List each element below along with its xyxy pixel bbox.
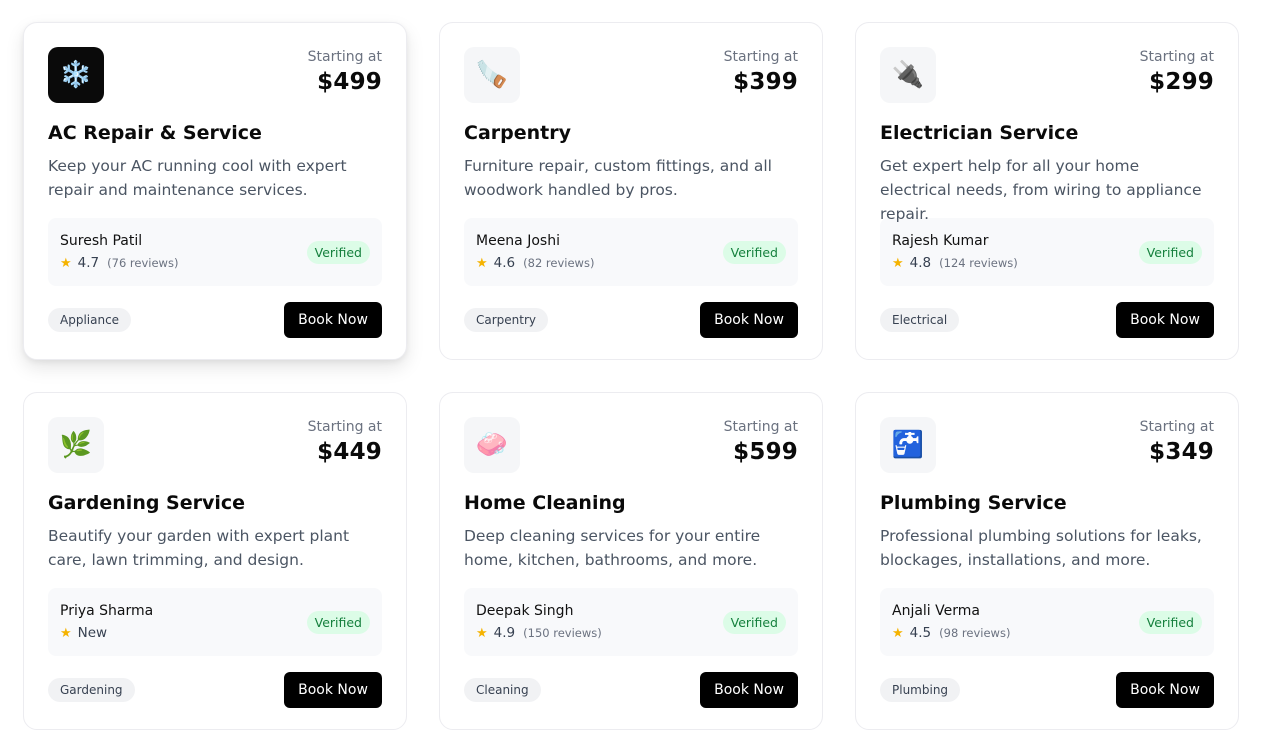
service-title: Plumbing Service: [880, 492, 1067, 514]
category-tag: Plumbing: [880, 678, 961, 702]
category-tag: Electrical: [880, 308, 960, 332]
verified-badge: Verified: [1138, 240, 1202, 264]
verified-badge: Verified: [722, 240, 786, 264]
review-count: (124 reviews): [939, 256, 1018, 270]
service-card[interactable]: 🌿 Starting at $449 Gardening Service Bea…: [23, 392, 407, 730]
provider-panel: Deepak Singh ★ 4.9 (150 reviews) Verifie…: [464, 588, 798, 656]
service-description: Beautify your garden with expert plant c…: [48, 527, 350, 569]
price: $299: [1149, 69, 1214, 95]
provider-name: Deepak Singh: [476, 603, 574, 619]
service-title: Carpentry: [464, 122, 571, 144]
star-icon: ★: [892, 256, 904, 271]
price: $399: [733, 69, 798, 95]
category-tag: Appliance: [48, 308, 132, 332]
book-now-button[interactable]: Book Now: [284, 672, 382, 708]
snowflake-icon: ❄️: [48, 47, 104, 103]
service-description: Deep cleaning services for your entire h…: [464, 527, 761, 569]
book-now-button[interactable]: Book Now: [700, 302, 798, 338]
service-card[interactable]: ❄️ Starting at $499 AC Repair & Service …: [23, 22, 407, 360]
book-now-button[interactable]: Book Now: [1116, 672, 1214, 708]
price-label: Starting at: [1139, 419, 1214, 435]
soap-icon: 🧼: [464, 417, 520, 473]
service-card[interactable]: 🪚 Starting at $399 Carpentry Furniture r…: [439, 22, 823, 360]
verified-badge: Verified: [306, 240, 370, 264]
service-card[interactable]: 🚰 Starting at $349 Plumbing Service Prof…: [855, 392, 1239, 730]
provider-panel: Suresh Patil ★ 4.7 (76 reviews) Verified: [48, 218, 382, 286]
service-card[interactable]: 🔌 Starting at $299 Electrician Service G…: [855, 22, 1239, 360]
review-count: (98 reviews): [939, 626, 1011, 640]
provider-name: Suresh Patil: [60, 233, 143, 249]
rating-value: 4.8: [909, 255, 932, 271]
category-tag: Carpentry: [464, 308, 549, 332]
saw-icon: 🪚: [464, 47, 520, 103]
provider-name: Priya Sharma: [60, 603, 154, 619]
service-card[interactable]: 🧼 Starting at $599 Home Cleaning Deep cl…: [439, 392, 823, 730]
service-description: Professional plumbing solutions for leak…: [880, 527, 1202, 569]
provider-panel: Priya Sharma ★ New Verified: [48, 588, 382, 656]
category-tag: Gardening: [48, 678, 135, 702]
service-title: Home Cleaning: [464, 492, 626, 514]
rating-value: 4.7: [77, 255, 100, 271]
provider-name: Rajesh Kumar: [892, 233, 989, 249]
service-grid: ❄️ Starting at $499 AC Repair & Service …: [23, 22, 1239, 730]
provider-panel: Rajesh Kumar ★ 4.8 (124 reviews) Verifie…: [880, 218, 1214, 286]
star-icon: ★: [476, 256, 488, 271]
book-now-button[interactable]: Book Now: [700, 672, 798, 708]
rating-value: 4.5: [909, 625, 932, 641]
verified-badge: Verified: [1138, 610, 1202, 634]
provider-panel: Meena Joshi ★ 4.6 (82 reviews) Verified: [464, 218, 798, 286]
rating-value: 4.6: [493, 255, 516, 271]
service-title: Gardening Service: [48, 492, 246, 514]
verified-badge: Verified: [722, 610, 786, 634]
price-label: Starting at: [307, 419, 382, 435]
review-count: (76 reviews): [107, 256, 179, 270]
electric-plug-icon: 🔌: [880, 47, 936, 103]
provider-panel: Anjali Verma ★ 4.5 (98 reviews) Verified: [880, 588, 1214, 656]
service-description: Get expert help for all your home electr…: [880, 157, 1202, 223]
herb-icon: 🌿: [48, 417, 104, 473]
star-icon: ★: [60, 256, 72, 271]
star-icon: ★: [892, 626, 904, 641]
price: $599: [733, 439, 798, 465]
service-description: Keep your AC running cool with expert re…: [48, 157, 347, 199]
category-tag: Cleaning: [464, 678, 541, 702]
star-icon: ★: [60, 626, 72, 641]
potable-water-icon: 🚰: [880, 417, 936, 473]
service-title: Electrician Service: [880, 122, 1079, 144]
star-icon: ★: [476, 626, 488, 641]
price: $449: [317, 439, 382, 465]
price-label: Starting at: [723, 49, 798, 65]
review-count: (150 reviews): [523, 626, 602, 640]
price-label: Starting at: [1139, 49, 1214, 65]
service-description: Furniture repair, custom fittings, and a…: [464, 157, 772, 199]
service-title: AC Repair & Service: [48, 122, 262, 144]
price: $499: [317, 69, 382, 95]
rating-value: New: [77, 625, 108, 641]
provider-name: Meena Joshi: [476, 233, 560, 249]
review-count: (82 reviews): [523, 256, 595, 270]
book-now-button[interactable]: Book Now: [284, 302, 382, 338]
price: $349: [1149, 439, 1214, 465]
price-label: Starting at: [307, 49, 382, 65]
price-label: Starting at: [723, 419, 798, 435]
rating-value: 4.9: [493, 625, 516, 641]
book-now-button[interactable]: Book Now: [1116, 302, 1214, 338]
verified-badge: Verified: [306, 610, 370, 634]
provider-name: Anjali Verma: [892, 603, 980, 619]
